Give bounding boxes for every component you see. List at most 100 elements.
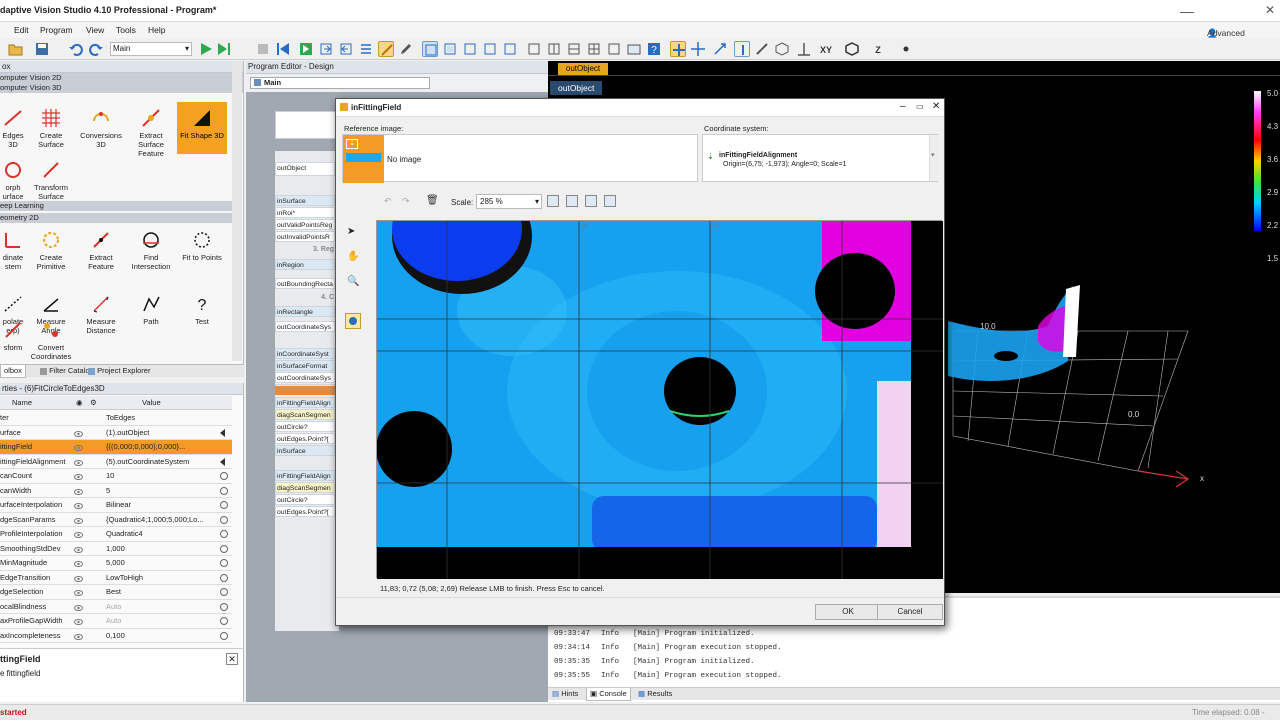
step-over-icon[interactable]: [298, 41, 314, 57]
tab-project-explorer[interactable]: Project Explorer: [88, 365, 150, 377]
pointer-3d-icon[interactable]: [670, 41, 686, 57]
layout-1-icon[interactable]: [422, 41, 438, 57]
property-value[interactable]: 1,000: [106, 542, 216, 556]
program-port[interactable]: inCoordinateSyst: [275, 348, 335, 359]
ok-button[interactable]: OK: [815, 604, 881, 620]
dialog-close-icon[interactable]: ✕: [932, 101, 940, 112]
stop-icon[interactable]: [255, 41, 271, 57]
property-value[interactable]: LowToHigh: [106, 571, 216, 585]
property-row[interactable]: ocalBlindness Auto: [0, 599, 232, 614]
cancel-button[interactable]: Cancel: [877, 604, 943, 620]
cv3d-tool-1[interactable]: Create Surface: [26, 107, 76, 149]
tab-hints[interactable]: ▤ Hints: [552, 688, 578, 700]
program-port[interactable]: outBoundingRecta: [275, 278, 335, 289]
step-into-icon[interactable]: [318, 41, 334, 57]
view-1-icon[interactable]: [526, 41, 542, 57]
visibility-eye-icon[interactable]: [74, 487, 83, 495]
scale-select[interactable]: 285 % ▾: [476, 194, 542, 209]
section-cv2d[interactable]: omputer Vision 2D: [0, 73, 243, 83]
property-row[interactable]: ittingFieldAlignment (5).outCoordinateSys…: [0, 454, 232, 469]
axes-z-icon[interactable]: Z: [870, 41, 886, 57]
cv3d-tool-2[interactable]: Conversions 3D: [76, 107, 126, 149]
property-row[interactable]: MinMagnitude 5,000: [0, 556, 232, 571]
program-port[interactable]: outEdges.Point?[: [275, 433, 335, 444]
property-value[interactable]: 5: [106, 484, 216, 498]
run-icon[interactable]: [198, 41, 214, 57]
zoom-out-icon[interactable]: [604, 195, 616, 207]
property-value[interactable]: Auto: [106, 614, 216, 628]
program-port[interactable]: outEdges.Point?[: [275, 506, 335, 517]
visibility-eye-icon[interactable]: [74, 501, 83, 509]
property-value[interactable]: Best: [106, 585, 216, 599]
link-arrow-icon[interactable]: [219, 457, 229, 467]
visibility-eye-icon[interactable]: [74, 574, 83, 582]
reset-icon[interactable]: [219, 529, 229, 539]
program-port[interactable]: outObject: [275, 162, 335, 176]
visibility-eye-icon[interactable]: [74, 545, 83, 553]
program-port[interactable]: inFittingFieldAlign: [275, 397, 335, 408]
geo2d-tool-4[interactable]: Fit to Points: [177, 229, 227, 262]
col-value[interactable]: Value: [142, 396, 161, 409]
property-row[interactable]: axIncompleteness 0,100: [0, 628, 232, 643]
edit-icon[interactable]: [398, 41, 414, 57]
select-tool-icon[interactable]: ➤: [347, 226, 355, 237]
tab-toolbox[interactable]: olbox: [0, 365, 26, 378]
menu-view[interactable]: View: [86, 25, 104, 35]
geo2d-tool-2[interactable]: Extract Feature: [76, 229, 126, 271]
property-value[interactable]: Quadratic4: [106, 527, 216, 541]
tab-console[interactable]: ▣ Console: [586, 688, 631, 701]
property-row[interactable]: dgeScanParams {Quadratic4;1,000;5,000;Lo.…: [0, 512, 232, 527]
visibility-eye-icon[interactable]: [74, 632, 83, 640]
reset-icon[interactable]: [219, 500, 229, 510]
geo2d-tool-11[interactable]: Convert Coordinates: [26, 319, 76, 361]
visibility-eye-icon[interactable]: [74, 458, 83, 466]
property-row[interactable]: canWidth 5: [0, 483, 232, 498]
property-value[interactable]: {{(0,000;0,000};0,000}...: [106, 440, 216, 454]
fitting-canvas[interactable]: 10 12 0 2: [376, 177, 943, 579]
dialog-delete-icon[interactable]: 🗑: [426, 195, 439, 206]
resize-3d-icon[interactable]: [712, 41, 728, 57]
toolbox-scrollbar[interactable]: [232, 61, 242, 361]
cube-icon[interactable]: [844, 41, 860, 57]
geo2d-tool-8[interactable]: Path: [126, 293, 176, 326]
program-section-label[interactable]: 3. Reg: [275, 244, 335, 256]
circle-tool-button[interactable]: [345, 313, 361, 329]
visibility-eye-icon[interactable]: [74, 429, 83, 437]
layout-2-icon[interactable]: [442, 41, 458, 57]
save-icon[interactable]: [34, 41, 50, 57]
property-row[interactable]: EdgeTransition LowToHigh: [0, 570, 232, 585]
program-port[interactable]: inRoi*: [275, 207, 335, 218]
reset-icon[interactable]: [219, 602, 229, 612]
property-row[interactable]: dgeSelection Best: [0, 585, 232, 600]
iterate-icon[interactable]: [216, 41, 232, 57]
program-port[interactable]: inSurface: [275, 195, 335, 206]
geo2d-tool-3[interactable]: Find Intersection: [126, 229, 176, 271]
geo2d-tool-9[interactable]: ? Test: [177, 293, 227, 326]
property-value[interactable]: 5,000: [106, 556, 216, 570]
zoom-fit-icon[interactable]: [547, 195, 559, 207]
layout-5-icon[interactable]: [502, 41, 518, 57]
image-icon[interactable]: [626, 41, 642, 57]
col-name[interactable]: Name: [12, 396, 32, 409]
view-2-icon[interactable]: [546, 41, 562, 57]
property-row[interactable]: SmoothingStdDev 1,000: [0, 541, 232, 556]
coord-dropdown[interactable]: ▾: [929, 135, 938, 181]
geo2d-tool-7[interactable]: Measure Distance: [76, 293, 126, 335]
menu-help[interactable]: Help: [148, 25, 165, 35]
property-value[interactable]: Bilinear: [106, 498, 216, 512]
program-port[interactable]: outCoordinateSys: [275, 372, 335, 383]
property-value[interactable]: Auto: [106, 600, 216, 614]
section-deep-learning[interactable]: eep Learning: [0, 201, 236, 211]
tab-filter-catalog[interactable]: Filter Catalog: [40, 365, 94, 377]
property-row[interactable]: urface (1).outObject: [0, 425, 232, 440]
program-port[interactable]: inRegion: [275, 259, 335, 270]
view-3-icon[interactable]: [566, 41, 582, 57]
visibility-eye-icon[interactable]: [74, 530, 83, 538]
menu-edit[interactable]: Edit: [14, 25, 29, 35]
visibility-eye-icon[interactable]: [74, 559, 83, 567]
program-port[interactable]: outCircle?: [275, 494, 335, 505]
section-cv3d[interactable]: omputer Vision 3D: [0, 83, 243, 93]
visibility-eye-icon[interactable]: [74, 516, 83, 524]
minimize-button[interactable]: —: [1180, 3, 1194, 19]
visibility-eye-icon[interactable]: [74, 588, 83, 596]
